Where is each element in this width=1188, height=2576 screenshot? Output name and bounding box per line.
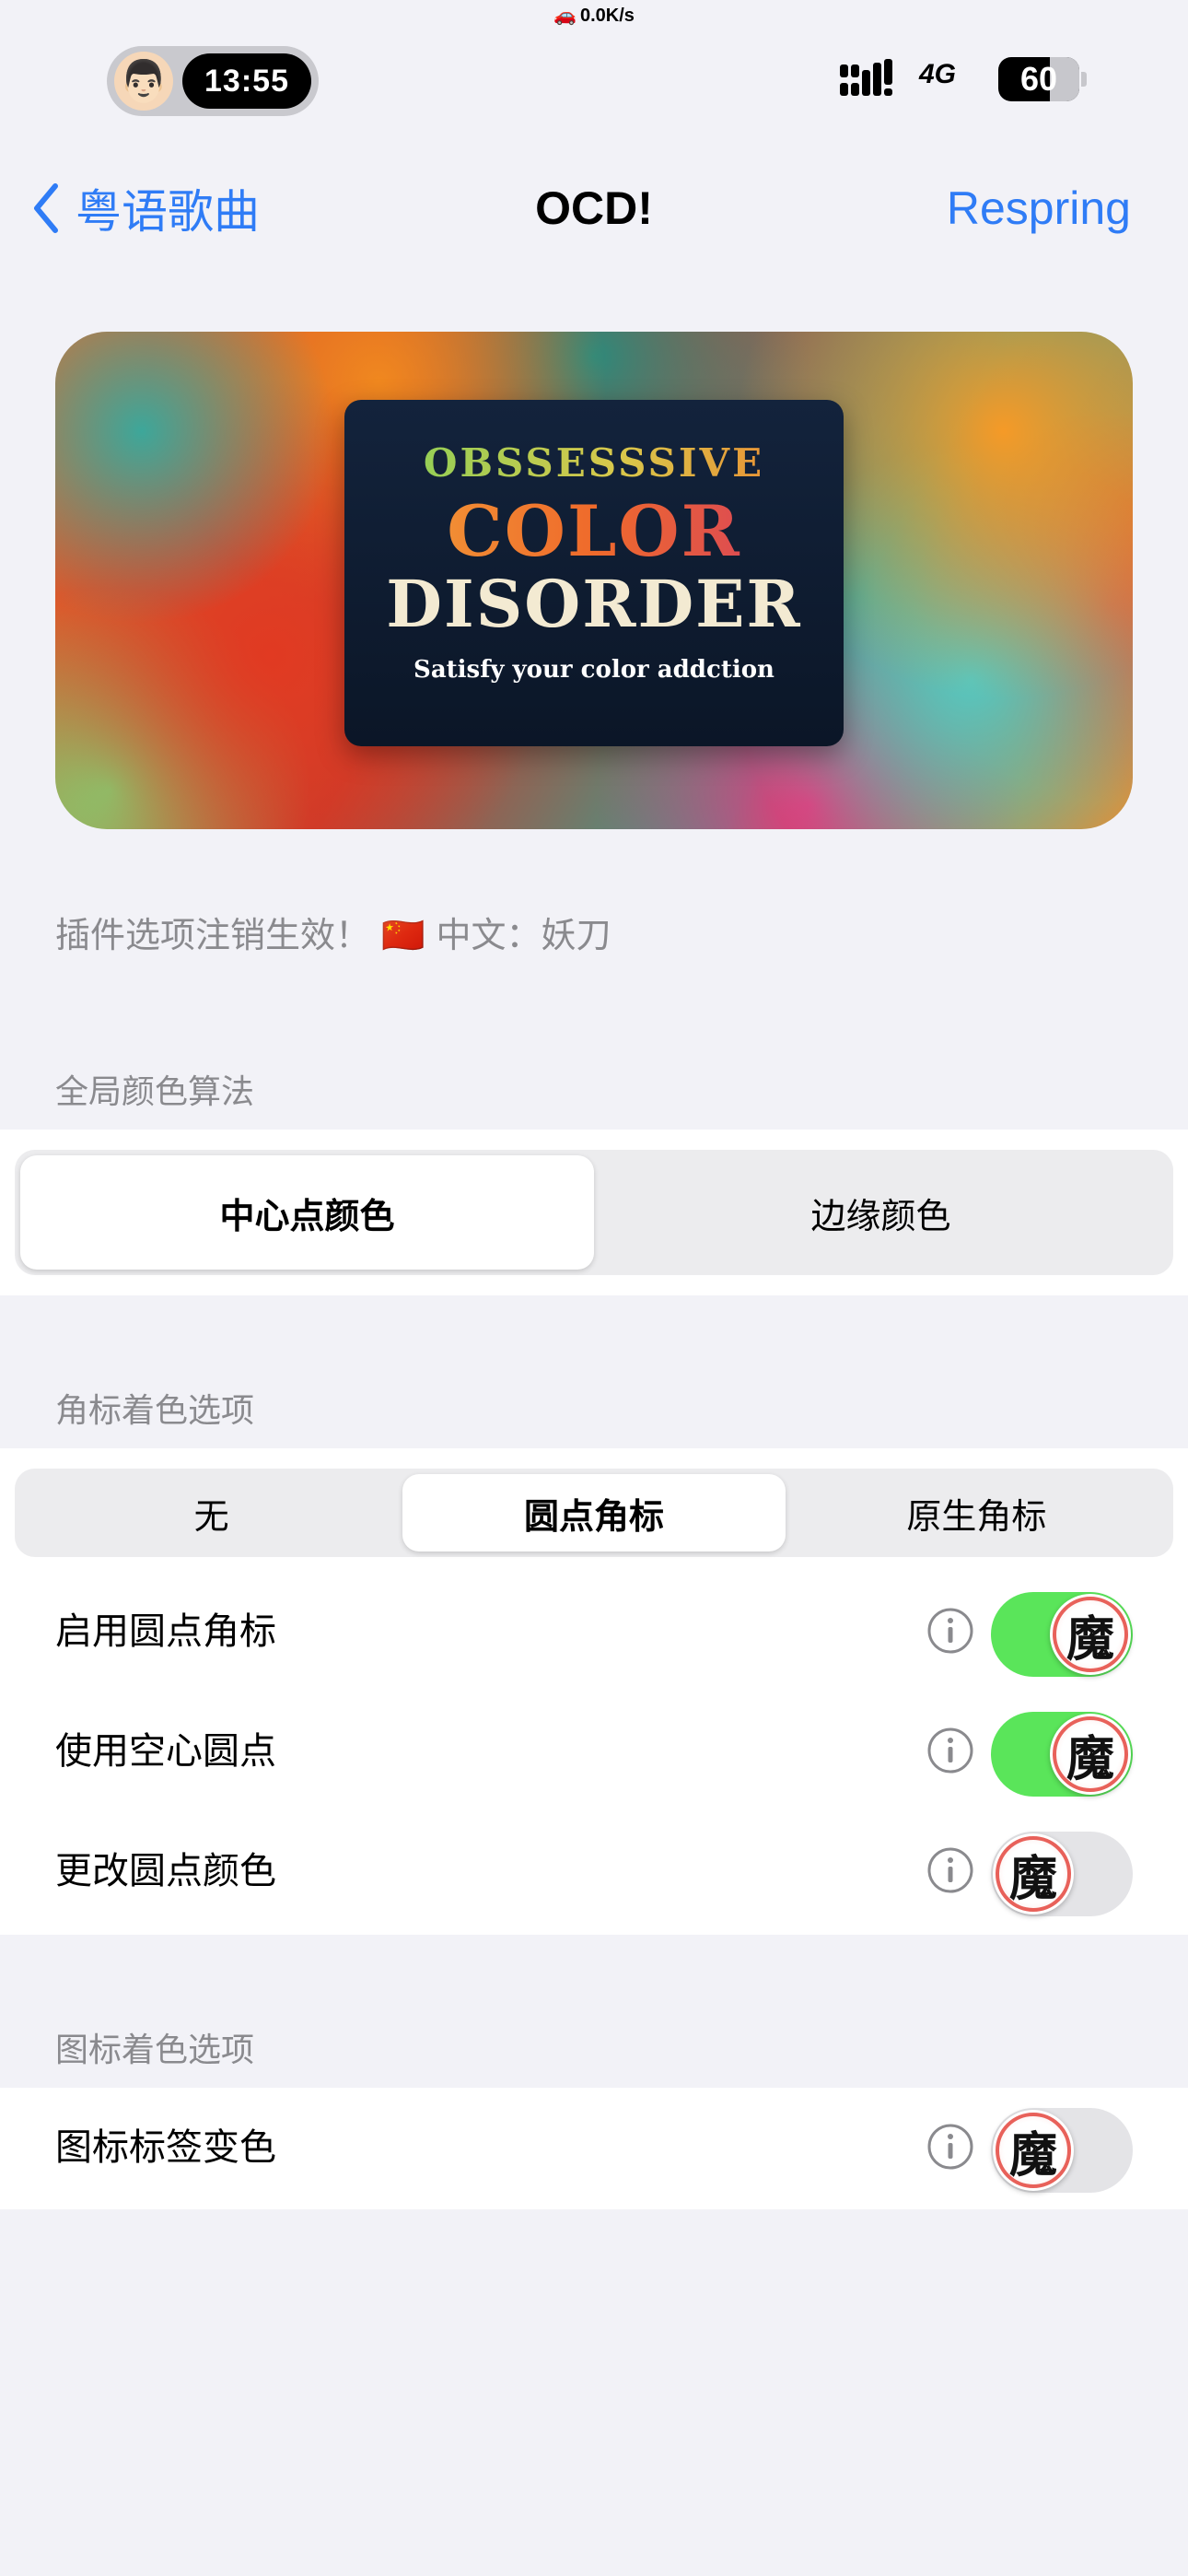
network-speed-indicator: 🚗 0.0K/s bbox=[0, 4, 1188, 27]
toggle-knob-glyph: 魔 bbox=[996, 1836, 1071, 1912]
section-header-badge-color: 角标着色选项 bbox=[55, 1392, 255, 1430]
segment-none[interactable]: 无 bbox=[20, 1474, 402, 1551]
toggle-knob: 魔 bbox=[1050, 1594, 1131, 1675]
settings-note: 插件选项注销生效！ 🇨🇳 中文：妖刀 bbox=[55, 915, 611, 955]
segment-edge-color[interactable]: 边缘颜色 bbox=[594, 1155, 1168, 1270]
toggle-switch[interactable]: 魔 bbox=[991, 2108, 1133, 2193]
section-header-icon-color: 图标着色选项 bbox=[55, 2032, 255, 2069]
battery-tip bbox=[1081, 72, 1087, 87]
global-color-group: 中心点颜色 边缘颜色 bbox=[0, 1130, 1188, 1295]
toggle-switch[interactable]: 魔 bbox=[991, 1592, 1133, 1677]
respring-button[interactable]: Respring bbox=[947, 175, 1131, 241]
info-icon[interactable] bbox=[926, 2123, 974, 2171]
banner-line-3: DISORDER bbox=[386, 566, 802, 642]
info-icon[interactable] bbox=[926, 1607, 974, 1655]
segment-center-color[interactable]: 中心点颜色 bbox=[20, 1155, 594, 1270]
banner-card: OBSSESSSIVE COLOR DISORDER Satisfy your … bbox=[344, 400, 844, 746]
toggle-knob: 魔 bbox=[993, 1833, 1074, 1914]
icon-color-group: 图标标签变色 魔 bbox=[0, 2088, 1188, 2209]
row-label: 图标标签变色 bbox=[55, 2126, 276, 2169]
banner-tagline: Satisfy your color addction bbox=[413, 656, 775, 684]
status-time: 13:55 bbox=[182, 53, 311, 109]
toggle-switch[interactable]: 魔 bbox=[991, 1832, 1133, 1916]
row-hollow-dot: 使用空心圆点 魔 bbox=[0, 1692, 1188, 1811]
badge-color-group: 无 圆点角标 原生角标 启用圆点角标 魔 使用空心圆点 魔 更改圆点颜色 魔 bbox=[0, 1448, 1188, 1935]
toggle-knob-glyph: 魔 bbox=[1053, 1716, 1128, 1792]
banner-image: OBSSESSSIVE COLOR DISORDER Satisfy your … bbox=[55, 332, 1133, 829]
banner-line-2: COLOR bbox=[344, 490, 844, 572]
car-icon: 🚗 bbox=[553, 6, 577, 26]
info-icon[interactable] bbox=[926, 1846, 974, 1894]
battery-percent: 60 bbox=[1019, 60, 1058, 98]
section-header-global-color: 全局颜色算法 bbox=[55, 1073, 255, 1111]
segment-native-badge[interactable]: 原生角标 bbox=[786, 1474, 1168, 1551]
row-enable-dot-badge: 启用圆点角标 魔 bbox=[0, 1572, 1188, 1692]
toggle-knob: 魔 bbox=[993, 2110, 1074, 2191]
segment-dot-badge[interactable]: 圆点角标 bbox=[402, 1474, 786, 1551]
network-speed-text: 0.0K/s bbox=[579, 6, 635, 26]
row-change-dot-color: 更改圆点颜色 魔 bbox=[0, 1811, 1188, 1931]
badge-style-segmented-control: 无 圆点角标 原生角标 bbox=[15, 1469, 1173, 1557]
toggle-knob: 魔 bbox=[1050, 1714, 1131, 1795]
row-label: 更改圆点颜色 bbox=[55, 1850, 276, 1892]
banner-line-1: OBSSESSSIVE bbox=[344, 440, 844, 486]
toggle-switch[interactable]: 魔 bbox=[991, 1712, 1133, 1797]
avatar: 👨🏻 bbox=[114, 52, 173, 111]
network-type-label: 4G bbox=[919, 59, 980, 105]
info-icon[interactable] bbox=[926, 1727, 974, 1774]
battery-icon: 60 bbox=[998, 57, 1079, 101]
cellular-signal-icon bbox=[840, 59, 892, 96]
row-label: 启用圆点角标 bbox=[55, 1610, 276, 1653]
row-label: 使用空心圆点 bbox=[55, 1730, 276, 1773]
toggle-knob-glyph: 魔 bbox=[996, 2113, 1071, 2188]
network-type-text: 4G bbox=[919, 59, 957, 89]
row-icon-label-color: 图标标签变色 魔 bbox=[0, 2088, 1188, 2207]
toggle-knob-glyph: 魔 bbox=[1053, 1597, 1128, 1672]
global-color-segmented-control: 中心点颜色 边缘颜色 bbox=[15, 1150, 1173, 1275]
